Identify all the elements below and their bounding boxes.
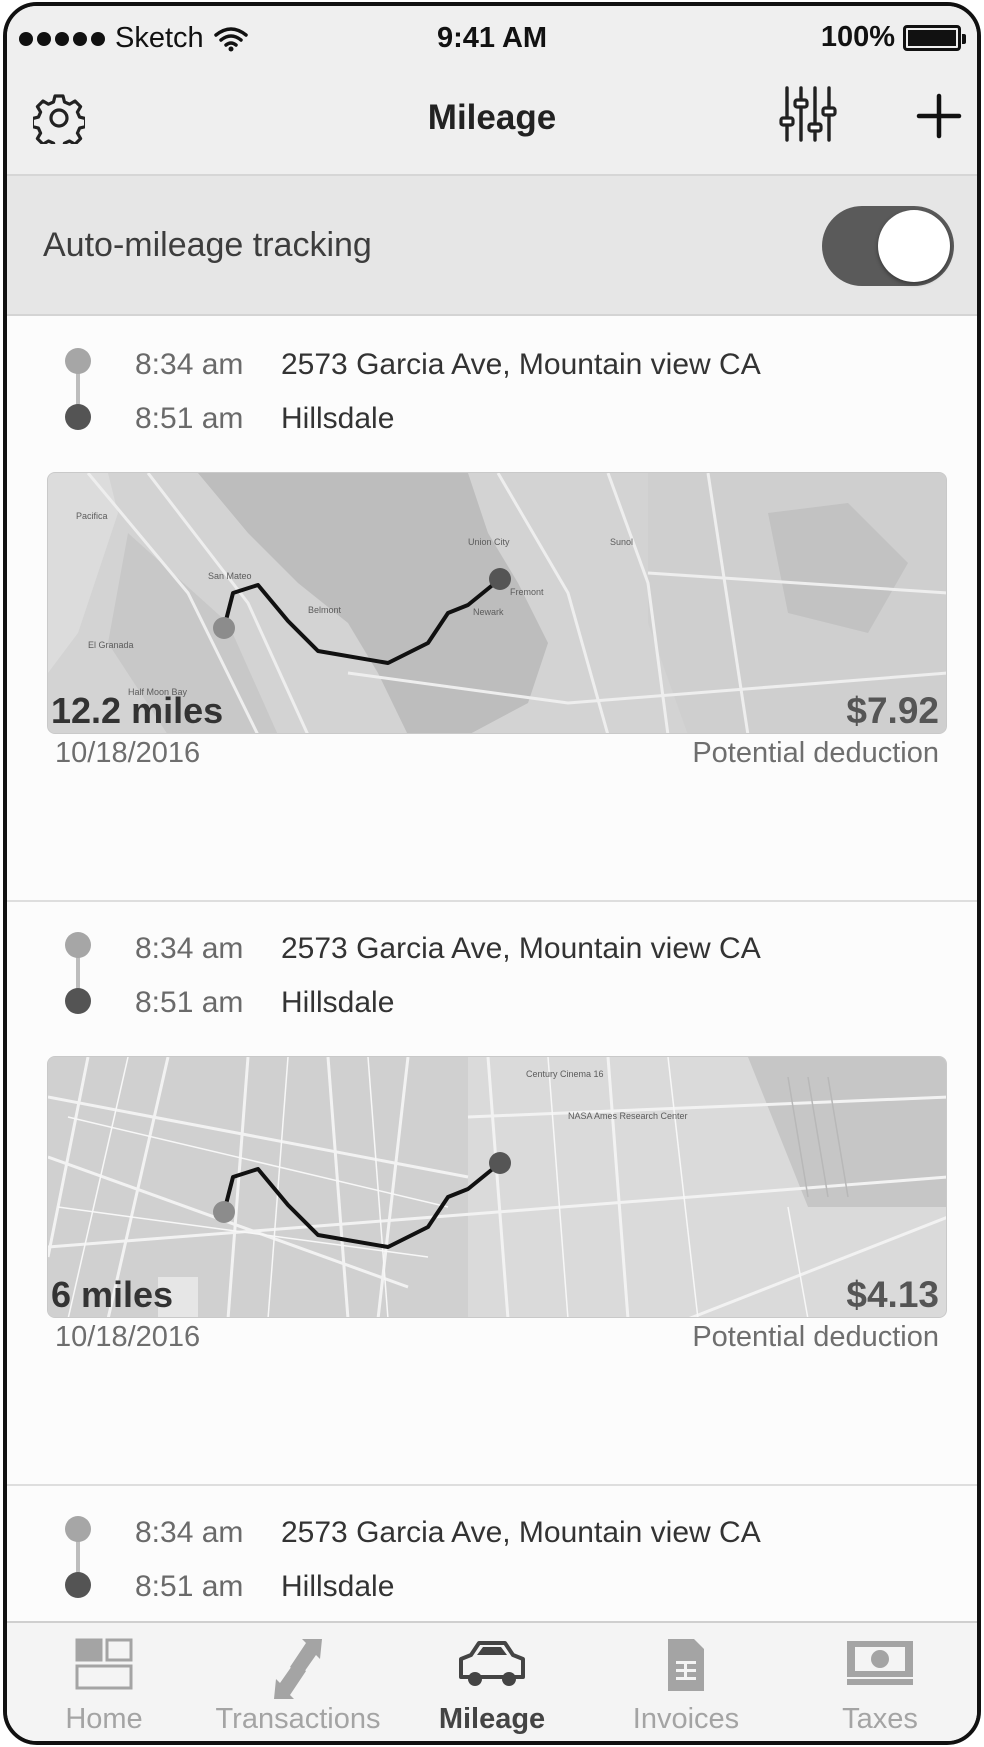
tab-invoices[interactable]: Invoices <box>589 1623 783 1741</box>
trip-card[interactable]: 8:34 am 2573 Garcia Ave, Mountain view C… <box>7 1486 977 1626</box>
end-dot-icon <box>65 988 91 1014</box>
tab-bar: Home Transactions Mileage Invoices Taxes <box>7 1621 977 1741</box>
map-label: El Granada <box>88 640 134 650</box>
trip-card[interactable]: 8:34 am 2573 Garcia Ave, Mountain view C… <box>7 902 977 1486</box>
map-label: Pacifica <box>76 511 108 521</box>
trip-route: 8:34 am 2573 Garcia Ave, Mountain view C… <box>59 1486 939 1606</box>
start-time: 8:34 am <box>135 348 244 381</box>
battery-percent: 100% <box>820 21 895 53</box>
tab-transactions[interactable]: Transactions <box>201 1623 395 1741</box>
trip-date: 10/18/2016 <box>55 1321 201 1353</box>
end-time: 8:51 am <box>135 1570 244 1603</box>
trip-distance: 12.2 miles <box>51 690 224 731</box>
trip-card[interactable]: 8:34 am 2573 Garcia Ave, Mountain view C… <box>7 318 977 902</box>
tab-label: Invoices <box>632 1703 740 1735</box>
end-place: Hillsdale <box>281 986 395 1019</box>
trip-map[interactable]: Century Cinema 16 NASA Ames Research Cen… <box>47 1056 947 1318</box>
tab-mileage[interactable]: Mileage <box>395 1623 589 1741</box>
start-place: 2573 Garcia Ave, Mountain view CA <box>281 1516 761 1549</box>
end-place: Hillsdale <box>281 402 395 435</box>
home-grid-icon <box>75 1638 133 1690</box>
battery-icon <box>903 24 966 51</box>
map-label: NASA Ames Research Center <box>568 1111 688 1121</box>
transactions-arrows-icon <box>274 1639 322 1699</box>
map-label: Sunol <box>610 537 633 547</box>
start-dot-icon <box>65 1516 91 1542</box>
auto-tracking-toggle[interactable] <box>822 206 954 286</box>
map-label: Union City <box>468 537 510 547</box>
toggle-knob <box>878 210 950 282</box>
deduction-label: Potential deduction <box>692 1321 939 1353</box>
tab-taxes[interactable]: Taxes <box>783 1623 977 1741</box>
start-dot-icon <box>65 348 91 374</box>
map-label: Fremont <box>510 587 544 597</box>
map-label: Century Cinema 16 <box>526 1069 604 1079</box>
tab-label: Taxes <box>842 1703 918 1735</box>
trip-route: 8:34 am 2573 Garcia Ave, Mountain view C… <box>59 902 939 1022</box>
nav-bar: Mileage <box>7 68 977 176</box>
phone-screen: Sketch 9:41 AM 100% Mileage Auto-mileage… <box>3 2 981 1745</box>
tab-label: Home <box>65 1703 143 1735</box>
tab-label: Mileage <box>438 1703 546 1735</box>
invoice-icon <box>668 1639 704 1691</box>
status-right: 100% <box>820 21 966 54</box>
sliders-icon[interactable] <box>777 84 837 144</box>
end-place: Hillsdale <box>281 1570 395 1603</box>
end-dot-icon <box>65 1572 91 1598</box>
end-dot-icon <box>65 404 91 430</box>
start-place: 2573 Garcia Ave, Mountain view CA <box>281 932 761 965</box>
trip-date: 10/18/2016 <box>55 737 201 769</box>
auto-tracking-row: Auto-mileage tracking <box>7 176 977 316</box>
start-place: 2573 Garcia Ave, Mountain view CA <box>281 348 761 381</box>
start-time: 8:34 am <box>135 932 244 965</box>
start-time: 8:34 am <box>135 1516 244 1549</box>
trip-route: 8:34 am 2573 Garcia Ave, Mountain view C… <box>59 318 939 438</box>
plus-icon[interactable] <box>915 92 963 140</box>
tab-home[interactable]: Home <box>7 1623 201 1741</box>
end-time: 8:51 am <box>135 402 244 435</box>
map-label: Belmont <box>308 605 342 615</box>
auto-tracking-label: Auto-mileage tracking <box>43 226 372 264</box>
start-dot-icon <box>65 932 91 958</box>
trip-distance: 6 miles <box>51 1274 174 1315</box>
trip-amount: $7.92 <box>846 690 939 731</box>
trip-amount: $4.13 <box>846 1274 939 1315</box>
map-label: Newark <box>473 607 504 617</box>
status-bar: Sketch 9:41 AM 100% <box>7 6 977 68</box>
end-time: 8:51 am <box>135 986 244 1019</box>
map-label: San Mateo <box>208 571 252 581</box>
tab-label: Transactions <box>215 1703 381 1735</box>
cash-icon <box>847 1641 913 1685</box>
deduction-label: Potential deduction <box>692 737 939 769</box>
car-icon <box>459 1641 525 1686</box>
